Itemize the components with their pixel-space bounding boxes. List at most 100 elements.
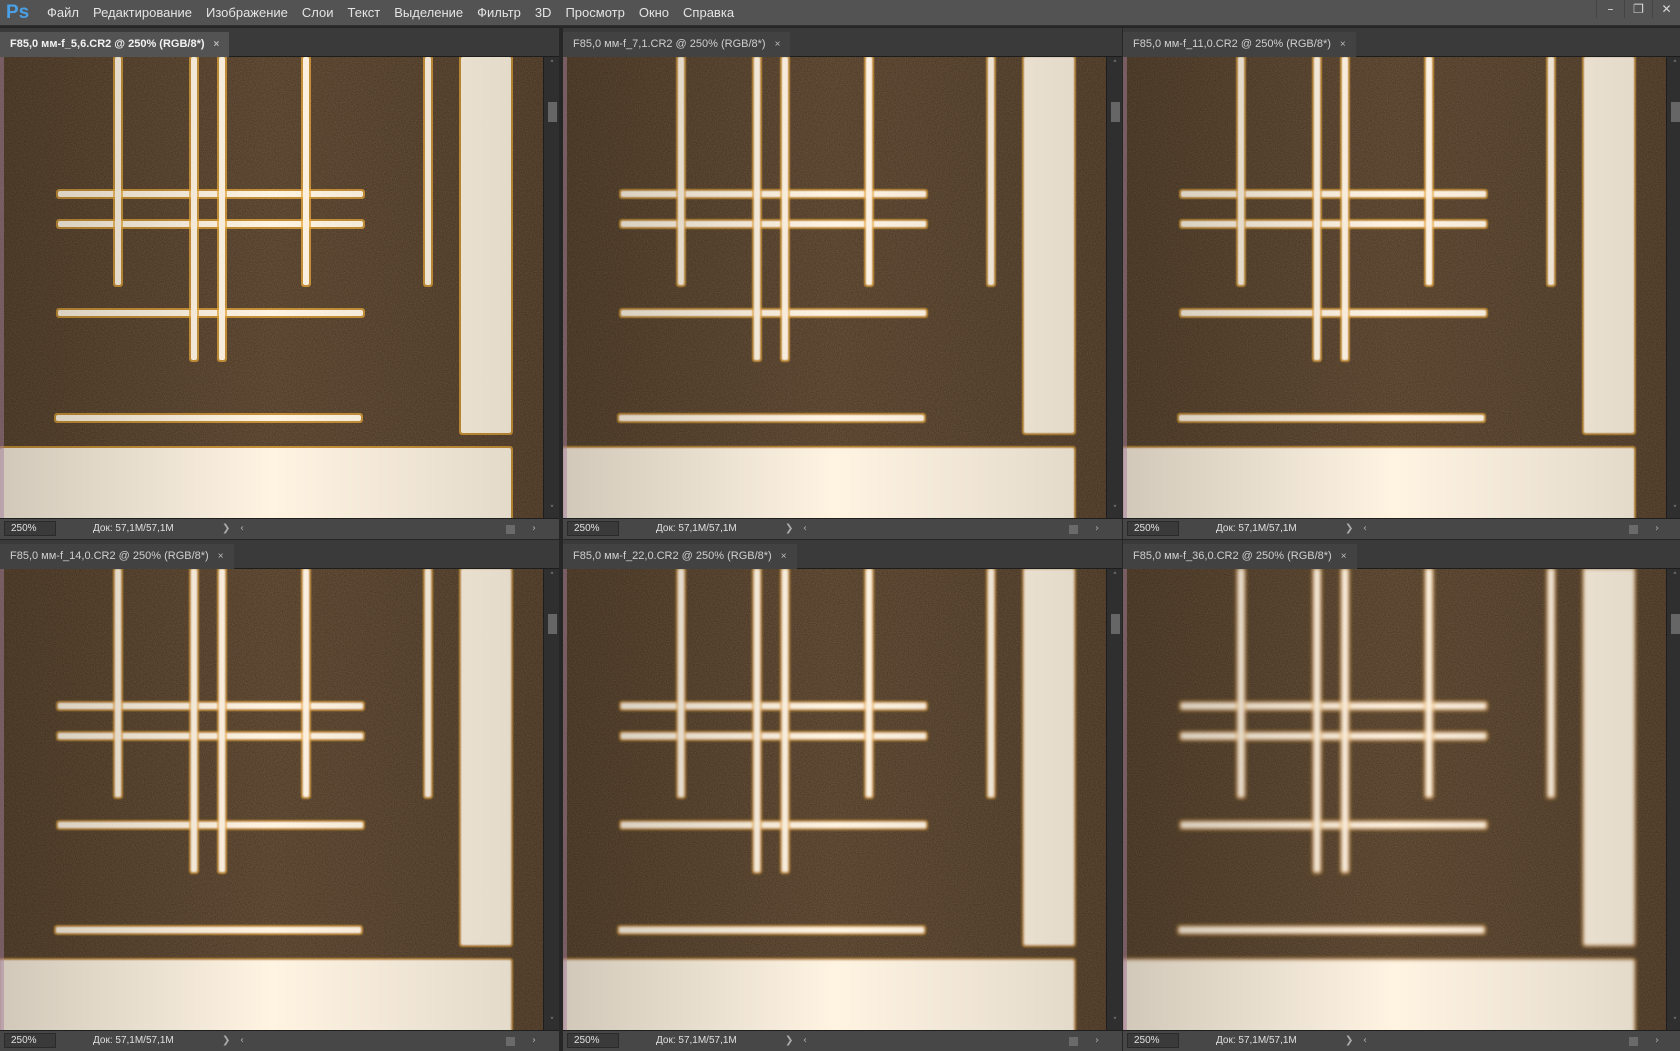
- horizontal-scroll-thumb[interactable]: [1629, 1037, 1638, 1046]
- scroll-right-icon[interactable]: ›: [1655, 522, 1659, 536]
- menu-item[interactable]: Текст: [348, 0, 381, 26]
- photo-image: [1123, 569, 1666, 1030]
- document-size-info: Док: 57,1M/57,1M: [1216, 523, 1297, 534]
- scroll-up-icon[interactable]: ˄: [1110, 60, 1120, 70]
- close-tab-icon[interactable]: ×: [214, 32, 220, 57]
- scroll-up-icon[interactable]: ˄: [1670, 572, 1680, 582]
- image-vignette: [563, 57, 1106, 518]
- image-canvas[interactable]: [1123, 57, 1666, 518]
- zoom-level-field[interactable]: 250%: [4, 1033, 56, 1048]
- image-canvas[interactable]: [1123, 569, 1666, 1030]
- document-window: F85,0 мм-f_14,0.CR2 @ 250% (RGB/8*) × ˄ ˅ 25…: [0, 540, 559, 1051]
- image-vignette: [1123, 57, 1666, 518]
- zoom-level-field[interactable]: 250%: [567, 1033, 619, 1048]
- scroll-thumb[interactable]: [1111, 102, 1120, 122]
- menu-item[interactable]: Фильтр: [477, 0, 521, 26]
- vertical-scrollbar[interactable]: ˄ ˅: [543, 57, 559, 518]
- menu-bar: Ps Файл Редактирование Изображение Слои Текс…: [0, 0, 1680, 26]
- scroll-right-icon[interactable]: ›: [1095, 1034, 1099, 1048]
- scroll-thumb[interactable]: [548, 102, 557, 122]
- menu-item[interactable]: Слои: [302, 0, 334, 26]
- status-menu-arrow-icon[interactable]: ❯: [222, 1034, 230, 1048]
- scroll-down-icon[interactable]: ˅: [1670, 505, 1680, 515]
- document-tab-title: F85,0 мм-f_14,0.CR2 @ 250% (RGB/8*): [10, 550, 209, 562]
- status-bar: 250% Док: 57,1M/57,1M ❯ ‹ ›: [563, 1030, 1122, 1051]
- vertical-scrollbar[interactable]: ˄ ˅: [543, 569, 559, 1030]
- horizontal-scroll-thumb[interactable]: [1069, 1037, 1078, 1046]
- scroll-right-icon[interactable]: ›: [532, 1034, 536, 1048]
- document-tab[interactable]: F85,0 мм-f_36,0.CR2 @ 250% (RGB/8*) ×: [1123, 544, 1357, 569]
- menu-item[interactable]: 3D: [535, 0, 552, 26]
- zoom-level-field[interactable]: 250%: [567, 521, 619, 536]
- scroll-up-icon[interactable]: ˄: [547, 60, 557, 70]
- scroll-left-icon[interactable]: ‹: [803, 522, 807, 536]
- vertical-scrollbar[interactable]: ˄ ˅: [1106, 569, 1122, 1030]
- menu-item[interactable]: Справка: [683, 0, 734, 26]
- close-tab-icon[interactable]: ×: [775, 32, 781, 57]
- vertical-scrollbar[interactable]: ˄ ˅: [1666, 569, 1680, 1030]
- scroll-thumb[interactable]: [1671, 614, 1680, 634]
- image-vignette: [0, 569, 543, 1030]
- status-menu-arrow-icon[interactable]: ❯: [1345, 522, 1353, 536]
- menu-item[interactable]: Окно: [639, 0, 669, 26]
- document-tab[interactable]: F85,0 мм-f_14,0.CR2 @ 250% (RGB/8*) ×: [0, 544, 234, 569]
- close-tab-icon[interactable]: ×: [1340, 32, 1346, 57]
- horizontal-scroll-thumb[interactable]: [1629, 525, 1638, 534]
- scroll-right-icon[interactable]: ›: [532, 522, 536, 536]
- close-tab-icon[interactable]: ×: [1341, 544, 1347, 569]
- zoom-level-field[interactable]: 250%: [1127, 521, 1179, 536]
- minimize-button[interactable]: –: [1596, 0, 1624, 18]
- close-tab-icon[interactable]: ×: [218, 544, 224, 569]
- menu-item[interactable]: Файл: [47, 0, 79, 26]
- zoom-level-field[interactable]: 250%: [1127, 1033, 1179, 1048]
- close-tab-icon[interactable]: ×: [781, 544, 787, 569]
- document-tab[interactable]: F85,0 мм-f_5,6.CR2 @ 250% (RGB/8*) ×: [0, 32, 230, 57]
- status-menu-arrow-icon[interactable]: ❯: [785, 522, 793, 536]
- document-tab[interactable]: F85,0 мм-f_11,0.CR2 @ 250% (RGB/8*) ×: [1123, 32, 1356, 57]
- vertical-scrollbar[interactable]: ˄ ˅: [1666, 57, 1680, 518]
- scroll-down-icon[interactable]: ˅: [1110, 505, 1120, 515]
- scroll-right-icon[interactable]: ›: [1655, 1034, 1659, 1048]
- horizontal-scroll-thumb[interactable]: [1069, 525, 1078, 534]
- document-size-info: Док: 57,1M/57,1M: [1216, 1035, 1297, 1046]
- scroll-thumb[interactable]: [548, 614, 557, 634]
- vertical-scrollbar[interactable]: ˄ ˅: [1106, 57, 1122, 518]
- scroll-thumb[interactable]: [1111, 614, 1120, 634]
- menu-item[interactable]: Изображение: [206, 0, 288, 26]
- menu-item[interactable]: Выделение: [394, 0, 463, 26]
- scroll-thumb[interactable]: [1671, 102, 1680, 122]
- horizontal-scroll-thumb[interactable]: [506, 1037, 515, 1046]
- document-tab[interactable]: F85,0 мм-f_7,1.CR2 @ 250% (RGB/8*) ×: [563, 32, 791, 57]
- status-menu-arrow-icon[interactable]: ❯: [222, 522, 230, 536]
- status-bar: 250% Док: 57,1M/57,1M ❯ ‹ ›: [0, 518, 559, 539]
- menu-item[interactable]: Просмотр: [565, 0, 624, 26]
- status-menu-arrow-icon[interactable]: ❯: [785, 1034, 793, 1048]
- scroll-left-icon[interactable]: ‹: [240, 1034, 244, 1048]
- image-canvas[interactable]: [0, 569, 543, 1030]
- status-menu-arrow-icon[interactable]: ❯: [1345, 1034, 1353, 1048]
- close-window-button[interactable]: ✕: [1652, 0, 1680, 18]
- scroll-down-icon[interactable]: ˅: [1670, 1017, 1680, 1027]
- photo-image: [1123, 57, 1666, 518]
- scroll-up-icon[interactable]: ˄: [1110, 572, 1120, 582]
- image-canvas[interactable]: [563, 57, 1106, 518]
- restore-button[interactable]: ❐: [1624, 0, 1652, 18]
- image-canvas[interactable]: [0, 57, 543, 518]
- scroll-down-icon[interactable]: ˅: [1110, 1017, 1120, 1027]
- scroll-left-icon[interactable]: ‹: [803, 1034, 807, 1048]
- status-bar: 250% Док: 57,1M/57,1M ❯ ‹ ›: [1123, 518, 1680, 539]
- scroll-left-icon[interactable]: ‹: [240, 522, 244, 536]
- scroll-up-icon[interactable]: ˄: [1670, 60, 1680, 70]
- scroll-down-icon[interactable]: ˅: [547, 505, 557, 515]
- menu-item[interactable]: Редактирование: [93, 0, 192, 26]
- zoom-level-field[interactable]: 250%: [4, 521, 56, 536]
- scroll-down-icon[interactable]: ˅: [547, 1017, 557, 1027]
- scroll-right-icon[interactable]: ›: [1095, 522, 1099, 536]
- image-canvas[interactable]: [563, 569, 1106, 1030]
- status-bar: 250% Док: 57,1M/57,1M ❯ ‹ ›: [1123, 1030, 1680, 1051]
- scroll-up-icon[interactable]: ˄: [547, 572, 557, 582]
- document-tab[interactable]: F85,0 мм-f_22,0.CR2 @ 250% (RGB/8*) ×: [563, 544, 797, 569]
- scroll-left-icon[interactable]: ‹: [1363, 522, 1367, 536]
- scroll-left-icon[interactable]: ‹: [1363, 1034, 1367, 1048]
- horizontal-scroll-thumb[interactable]: [506, 525, 515, 534]
